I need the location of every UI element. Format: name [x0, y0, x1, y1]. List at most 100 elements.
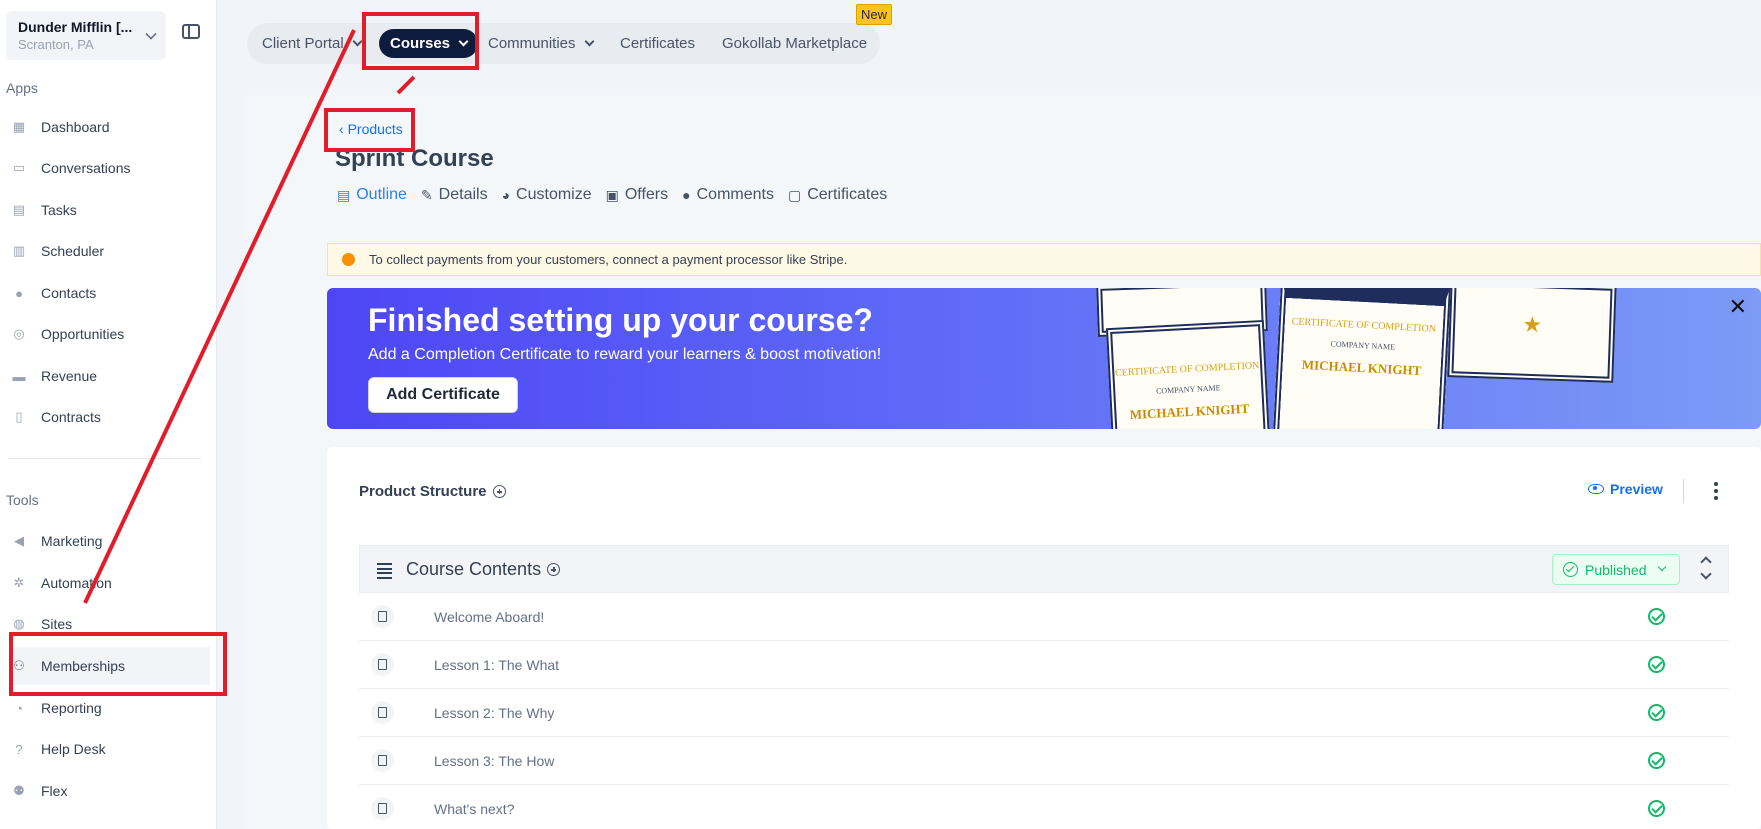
- people-icon: ⚉: [13, 783, 25, 798]
- sidebar-item-opportunities[interactable]: ◎ Opportunities: [10, 315, 210, 353]
- tab-label: Client Portal: [262, 35, 344, 52]
- certificate-image: ★: [1447, 288, 1617, 383]
- expand-collapse-icon[interactable]: [1700, 556, 1712, 580]
- sidebar-item-contracts[interactable]: ▯ Contracts: [10, 398, 210, 436]
- add-circle-icon[interactable]: [547, 563, 561, 576]
- new-badge: New: [856, 4, 893, 25]
- sidebar-item-automation[interactable]: ✲ Automation: [10, 564, 210, 602]
- subtab-label: Certificates: [807, 186, 888, 203]
- account-switcher[interactable]: Dunder Mifflin [... Scranton, PA: [6, 11, 166, 60]
- pie-icon: ◔: [15, 700, 23, 716]
- person-icon: ●: [15, 285, 23, 301]
- subtab-details[interactable]: ✎ Details: [421, 186, 488, 204]
- sidebar-item-label: Scheduler: [41, 243, 105, 259]
- alert-text: To collect payments from your customers,…: [369, 252, 848, 267]
- document-icon: [371, 797, 394, 820]
- tab-communities[interactable]: Communities: [488, 23, 594, 64]
- sidebar-item-tasks[interactable]: ▤ Tasks: [10, 191, 210, 229]
- sidebar-item-scheduler[interactable]: ▥ Scheduler: [10, 232, 210, 270]
- subtab-label: Comments: [696, 186, 774, 203]
- sidebar: Dunder Mifflin [... Scranton, PA Apps ▦ D…: [0, 0, 217, 829]
- sidebar-item-label: Dashboard: [41, 119, 110, 135]
- eye-icon: [1588, 484, 1604, 494]
- sidebar-toggle-icon[interactable]: [182, 24, 200, 39]
- lesson-title: Lesson 3: The How: [434, 752, 555, 769]
- certificate-image: CERTIFICATE OF COMPLETION COMPANY NAME M…: [1105, 319, 1271, 429]
- document-icon: [371, 605, 394, 628]
- subtab-outline[interactable]: ▤ Outline: [337, 186, 407, 204]
- sidebar-item-conversations[interactable]: ▭ Conversations: [10, 149, 210, 187]
- published-check-icon: [1648, 704, 1665, 721]
- comment-icon: ●: [682, 187, 691, 203]
- subtab-customize[interactable]: ◕ Customize: [502, 186, 592, 204]
- sidebar-item-marketing[interactable]: ◀ Marketing: [10, 522, 210, 560]
- add-certificate-button[interactable]: Add Certificate: [368, 377, 518, 413]
- lesson-row[interactable]: Lesson 1: The What: [359, 641, 1729, 689]
- cert-title: CERTIFICATE OF COMPLETION: [1114, 360, 1260, 379]
- course-contents-header: [359, 545, 1729, 593]
- apps-section-label: Apps: [6, 80, 38, 96]
- subtab-certificates[interactable]: ▢ Certificates: [788, 186, 887, 204]
- preview-button[interactable]: Preview: [1588, 481, 1663, 497]
- cert-name: MICHAEL KNIGHT: [1301, 356, 1422, 379]
- chat-icon: ▭: [12, 160, 26, 175]
- annotation-box-products: [324, 108, 415, 152]
- sidebar-item-label: Opportunities: [41, 326, 125, 342]
- lesson-title: What's next?: [434, 800, 515, 817]
- sidebar-item-label: Help Desk: [41, 741, 106, 757]
- status-label: Published: [1585, 561, 1647, 578]
- annotation-box-courses: [362, 12, 479, 70]
- banner-heading: Finished setting up your course?: [368, 302, 873, 338]
- status-select[interactable]: Published: [1552, 554, 1680, 585]
- check-circle-icon: [1563, 562, 1578, 577]
- cert-company: COMPANY NAME: [1155, 383, 1221, 396]
- top-nav: Client Portal Courses Communities Certif…: [247, 23, 880, 64]
- sidebar-item-revenue[interactable]: ▬ Revenue: [10, 357, 210, 395]
- menu-lines-icon: [377, 563, 392, 581]
- document-icon: [371, 701, 394, 724]
- gift-icon: ▣: [605, 186, 619, 203]
- sidebar-item-dashboard[interactable]: ▦ Dashboard: [10, 108, 210, 146]
- tools-section-label: Tools: [6, 492, 39, 508]
- subtab-label: Details: [438, 186, 488, 203]
- cert-name: MICHAEL KNIGHT: [1129, 400, 1250, 423]
- divider: [1683, 479, 1684, 503]
- subtab-comments[interactable]: ● Comments: [682, 186, 774, 204]
- preview-label: Preview: [1610, 481, 1663, 497]
- tab-marketplace[interactable]: Gokollab Marketplace: [722, 23, 867, 64]
- certificate-image: CERTIFICATE OF COMPLETION COMPANY NAME M…: [1272, 288, 1452, 429]
- lesson-row[interactable]: Lesson 3: The How: [359, 737, 1729, 785]
- account-location: Scranton, PA: [18, 37, 94, 52]
- course-contents-title: Course Contents: [406, 559, 561, 580]
- sidebar-item-label: Flex: [41, 783, 68, 799]
- tab-client-portal[interactable]: Client Portal: [262, 23, 363, 64]
- lesson-row[interactable]: What's next?: [359, 785, 1729, 829]
- annotation-box-memberships: [9, 632, 227, 696]
- lesson-title: Lesson 1: The What: [434, 656, 560, 673]
- sidebar-item-label: Revenue: [41, 368, 98, 384]
- card-icon: ▬: [12, 368, 26, 384]
- lesson-row[interactable]: Lesson 2: The Why: [359, 689, 1729, 737]
- sidebar-item-contacts[interactable]: ● Contacts: [10, 274, 210, 312]
- document-icon: [371, 653, 394, 676]
- sidebar-item-flex[interactable]: ⚉ Flex: [10, 772, 210, 810]
- close-icon[interactable]: ✕: [1729, 294, 1747, 320]
- subtab-label: Offers: [624, 186, 669, 203]
- sidebar-item-label: Reporting: [41, 700, 102, 716]
- table-icon: ▤: [337, 186, 351, 203]
- sidebar-item-label: Sites: [41, 616, 73, 632]
- add-circle-icon[interactable]: [492, 485, 506, 498]
- lesson-row[interactable]: Welcome Aboard!: [359, 593, 1729, 641]
- pencil-icon: ✎: [420, 186, 433, 203]
- tab-certificates[interactable]: Certificates: [620, 23, 695, 64]
- subtab-label: Outline: [356, 186, 407, 203]
- star-icon: ★: [1521, 311, 1543, 338]
- sidebar-item-help-desk[interactable]: ? Help Desk: [10, 730, 210, 768]
- target-icon: ◎: [13, 326, 25, 341]
- subtab-offers[interactable]: ▣ Offers: [606, 186, 669, 204]
- more-options-icon[interactable]: [1714, 482, 1718, 503]
- chevron-down-icon: [352, 36, 363, 47]
- dashboard-icon: ▦: [12, 119, 26, 134]
- payment-alert: To collect payments from your customers,…: [327, 243, 1761, 276]
- sidebar-divider: [8, 458, 201, 459]
